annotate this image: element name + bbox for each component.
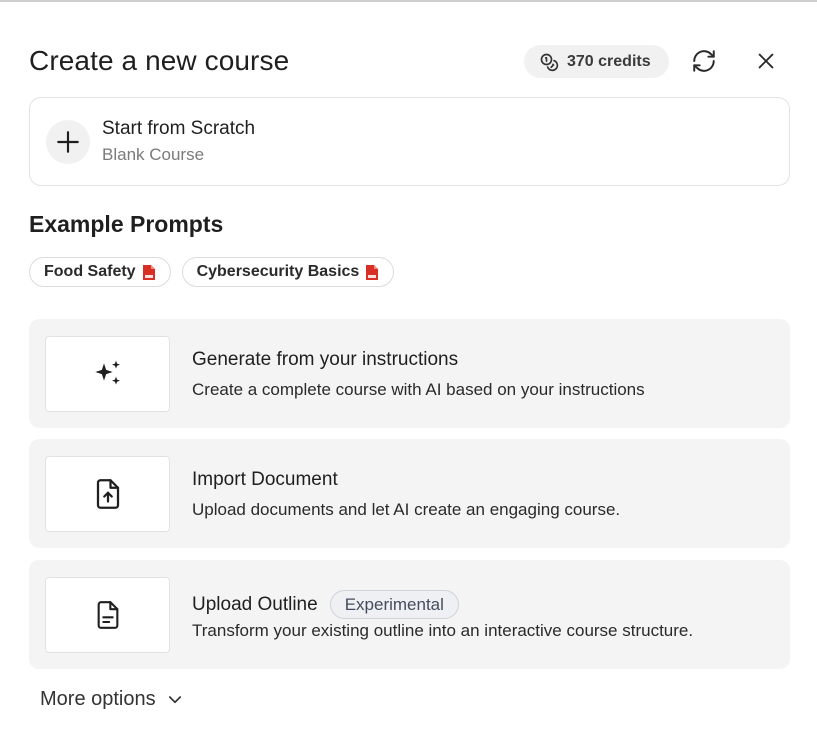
- scratch-subtitle: Blank Course: [102, 145, 205, 164]
- example-prompts-title: Example Prompts: [29, 211, 224, 237]
- chip-label: Food Safety: [44, 263, 136, 280]
- close-icon: [758, 53, 774, 69]
- option-title-text: Upload Outline: [192, 593, 318, 615]
- scratch-title: Start from Scratch: [102, 118, 256, 139]
- option-description: Transform your existing outline into an …: [192, 621, 694, 640]
- more-options-label: More options: [40, 688, 156, 710]
- top-border: [0, 0, 817, 2]
- option-title-text: Import Document: [192, 469, 338, 490]
- chip-label: Cybersecurity Basics: [196, 263, 360, 280]
- more-options-toggle[interactable]: More options: [40, 688, 184, 711]
- option-description: Upload documents and let AI create an en…: [192, 500, 621, 519]
- page-title: Create a new course: [29, 45, 290, 76]
- option-title: Generate from your instructions: [192, 349, 458, 371]
- option-icon-box: [45, 456, 170, 532]
- example-chip-cybersecurity-basics[interactable]: Cybersecurity Basics: [181, 257, 395, 287]
- file-upload-icon: [96, 479, 119, 509]
- option-title-text: Generate from your instructions: [192, 349, 459, 370]
- start-from-scratch-card[interactable]: Start from Scratch Blank Course: [29, 97, 790, 186]
- refresh-button[interactable]: [688, 45, 720, 77]
- coins-icon: [540, 53, 559, 71]
- example-chip-food-safety[interactable]: Food Safety: [29, 257, 171, 287]
- option-title: Import Document: [192, 469, 338, 491]
- import-document-card[interactable]: Import Document Upload documents and let…: [29, 439, 790, 548]
- option-icon-box: [45, 336, 170, 412]
- experimental-badge: Experimental: [329, 590, 459, 619]
- credits-badge[interactable]: 370 credits: [524, 45, 669, 78]
- option-description: Create a complete course with AI based o…: [192, 380, 645, 399]
- generate-from-instructions-card[interactable]: Generate from your instructions Create a…: [29, 319, 790, 428]
- pdf-icon: [366, 264, 379, 280]
- plus-icon-circle: [46, 120, 90, 164]
- option-title: Upload Outline Experimental: [192, 590, 459, 619]
- credits-label: 370 credits: [567, 52, 651, 70]
- option-icon-box: [45, 577, 170, 653]
- file-text-icon: [97, 601, 118, 629]
- example-prompt-chips: Food Safety Cybersecurity Basics: [29, 257, 395, 287]
- close-button[interactable]: [750, 45, 782, 77]
- plus-icon: [57, 131, 79, 153]
- dialog-header: Create a new course 370 credits: [29, 36, 789, 86]
- chevron-down-icon: [168, 695, 181, 703]
- pdf-icon: [142, 264, 155, 280]
- sparkles-icon: [94, 360, 120, 385]
- upload-outline-card[interactable]: Upload Outline Experimental Transform yo…: [29, 560, 790, 669]
- refresh-icon: [693, 50, 715, 72]
